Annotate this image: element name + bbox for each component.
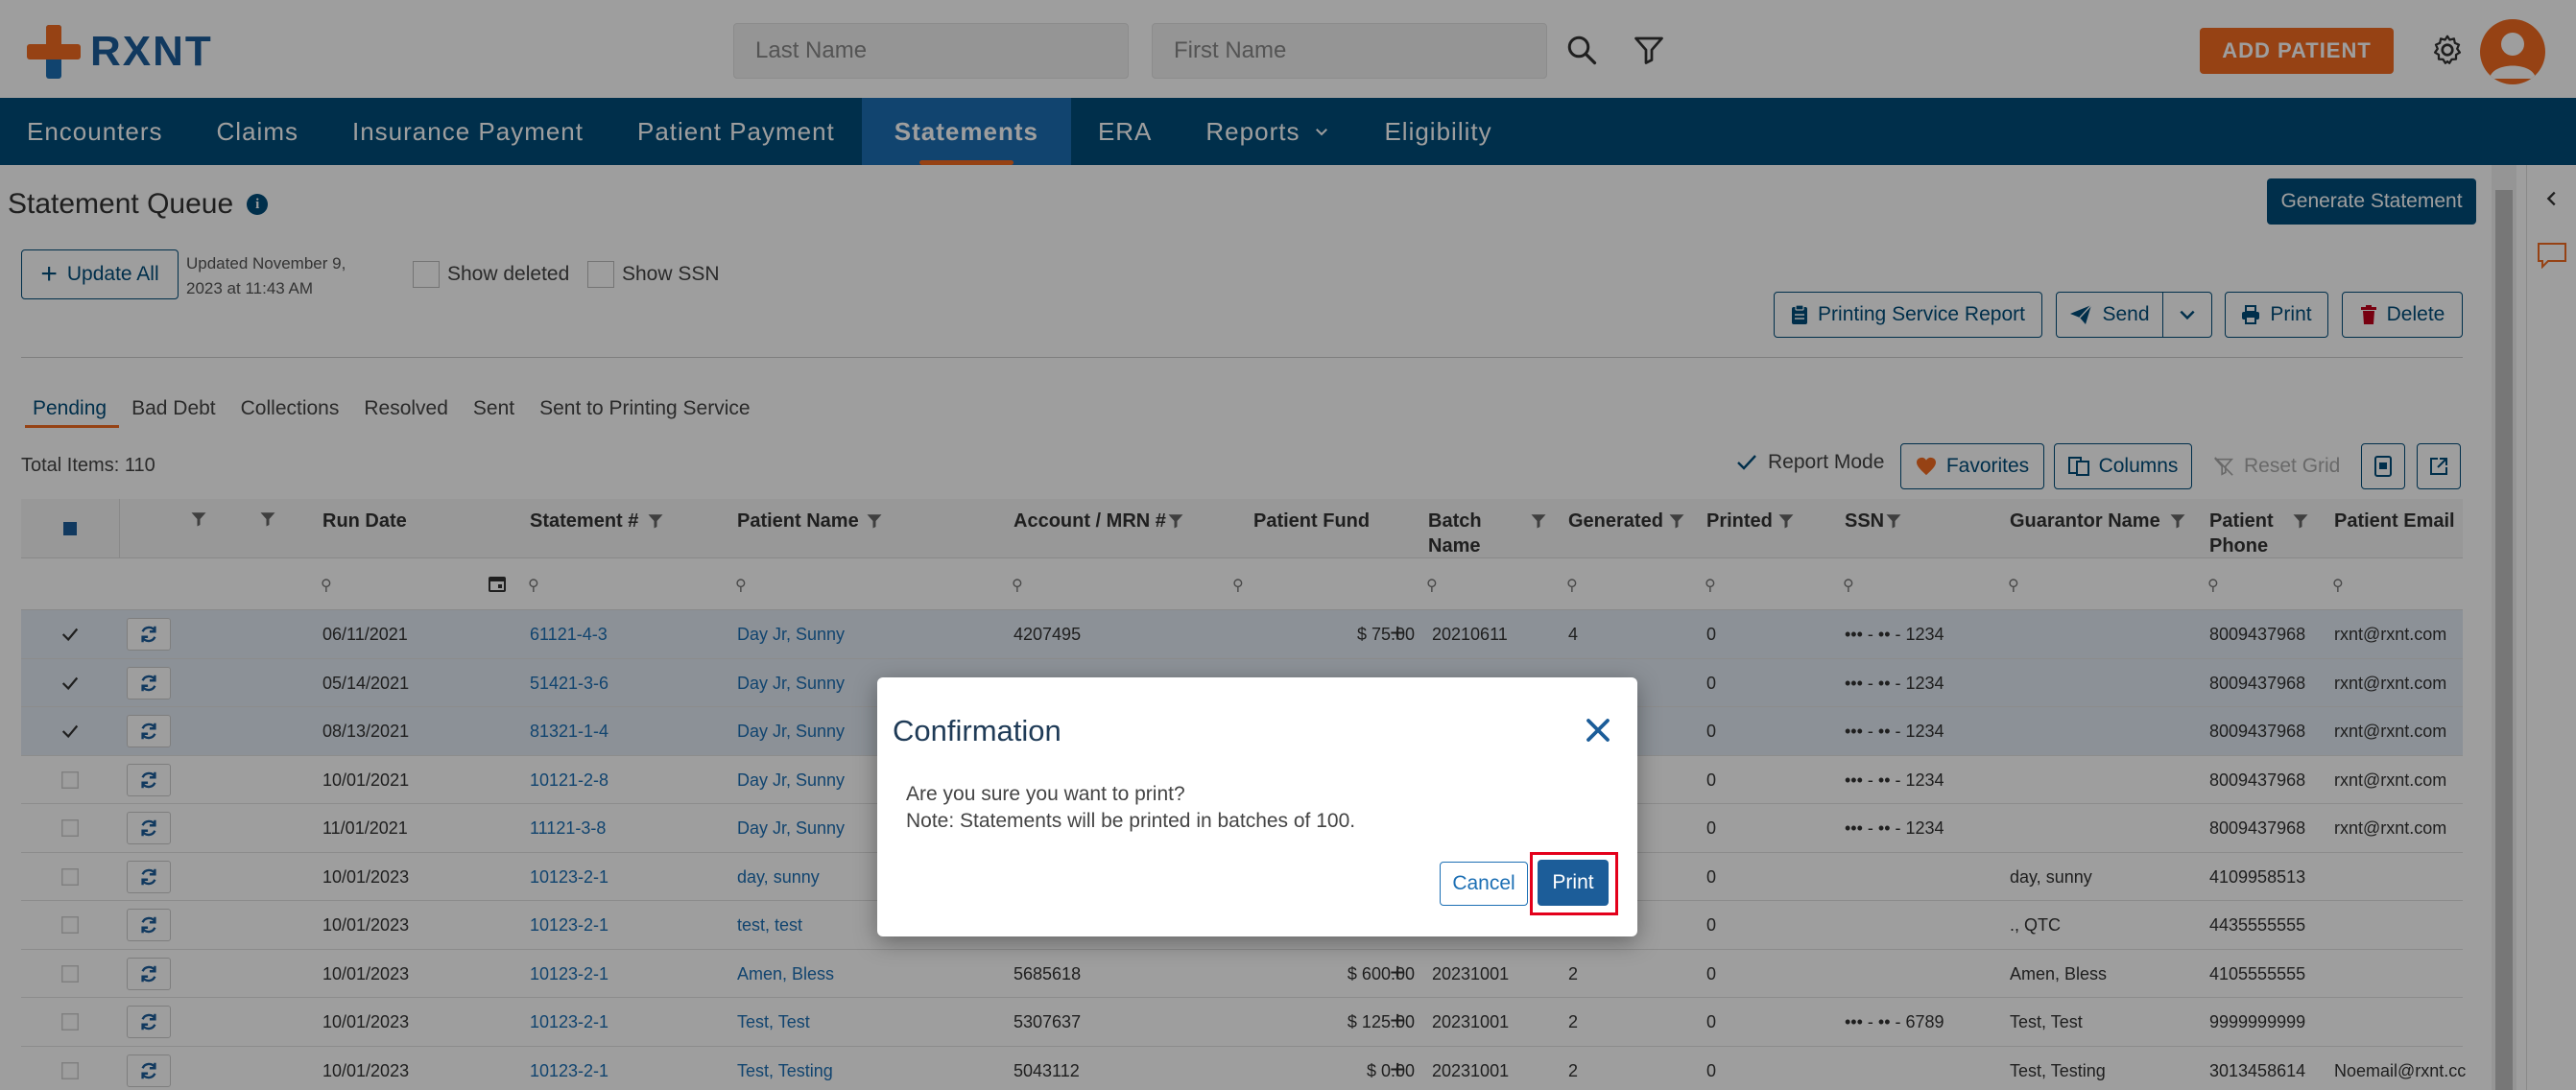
close-icon[interactable] — [1584, 716, 1612, 745]
confirm-print-button[interactable]: Print — [1538, 860, 1609, 906]
dialog-title: Confirmation — [893, 714, 1061, 747]
cancel-button[interactable]: Cancel — [1440, 862, 1528, 906]
confirmation-dialog: Confirmation Are you sure you want to pr… — [877, 677, 1637, 936]
dialog-message: Are you sure you want to print? Note: St… — [906, 781, 1355, 835]
dialog-line-1: Are you sure you want to print? — [906, 783, 1185, 805]
dialog-line-2: Note: Statements will be printed in batc… — [906, 810, 1356, 832]
